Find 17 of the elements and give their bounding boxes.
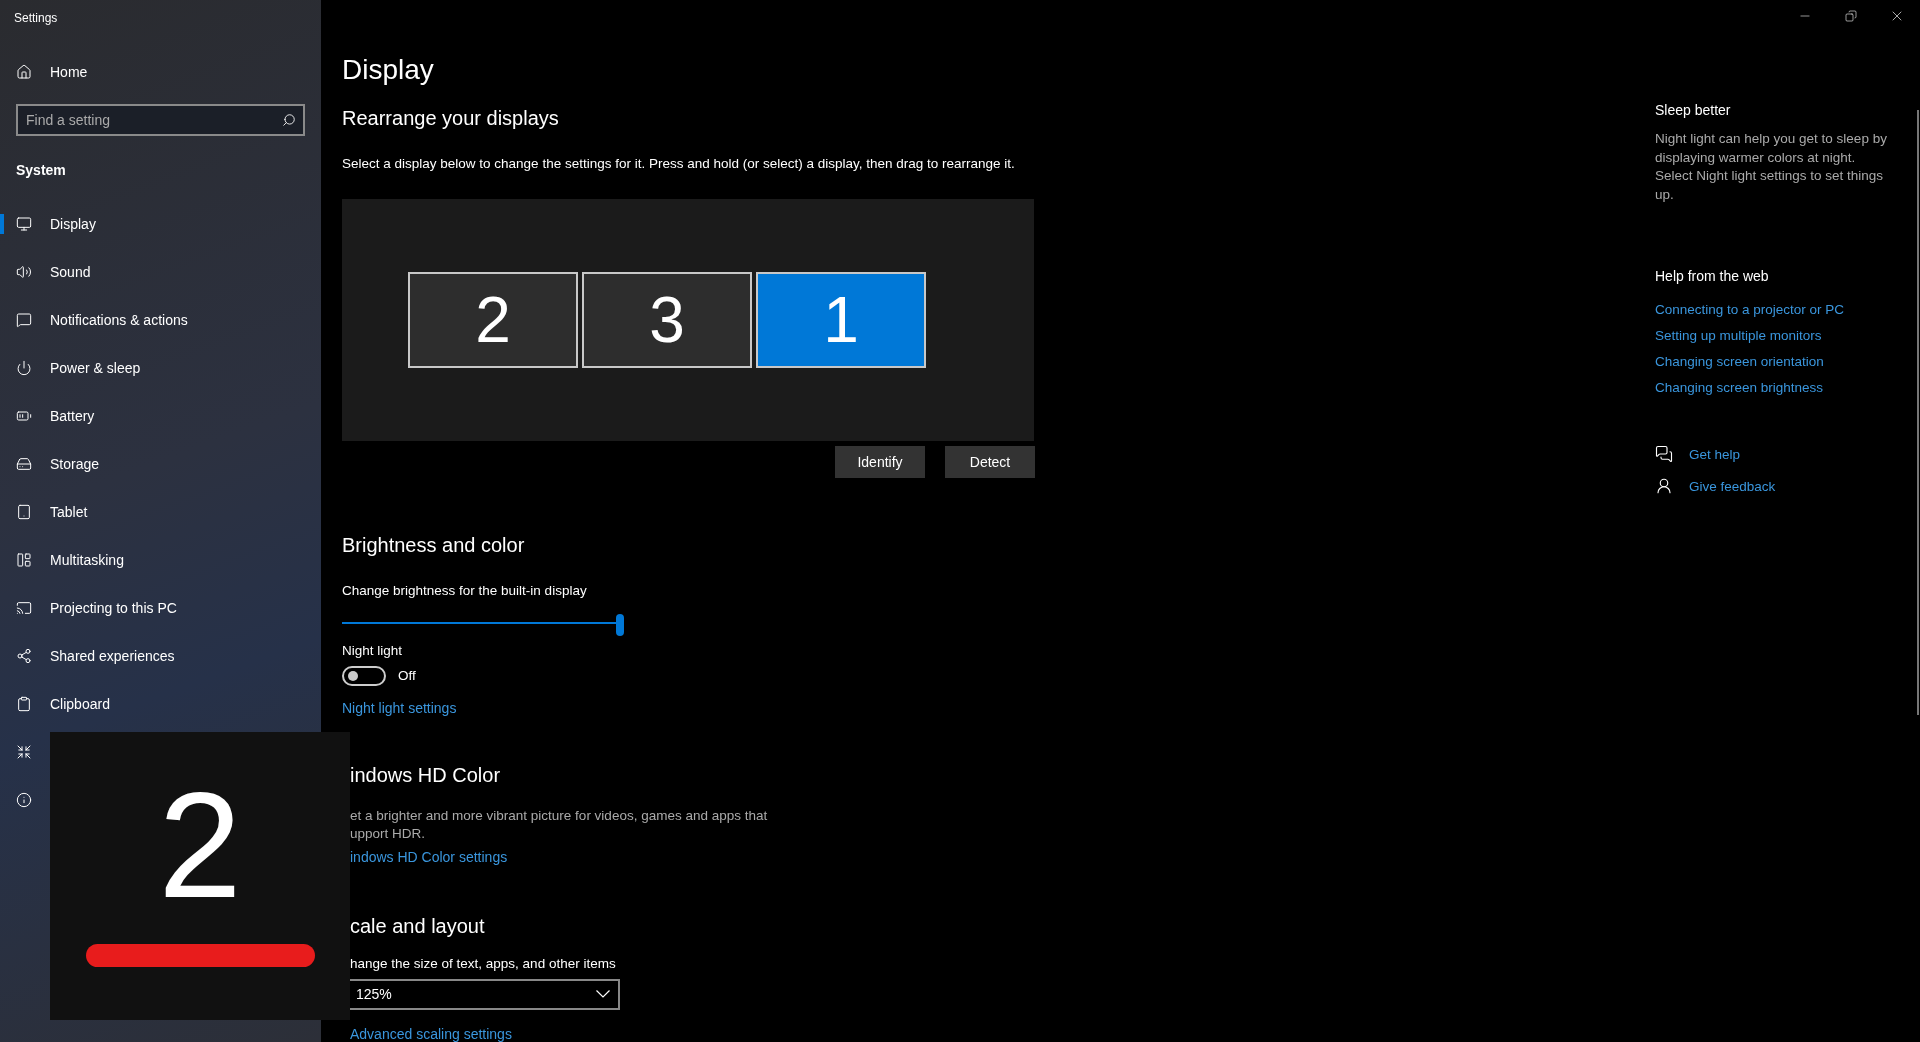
section-heading: cale and layout xyxy=(350,915,485,938)
section-heading: Rearrange your displays xyxy=(342,107,559,131)
page-title: Display xyxy=(342,54,434,87)
description-text: et a brighter and more vibrant picture for videos, games and apps that upport HDR. xyxy=(350,807,768,843)
setting-label: hange the size of text, apps, and other items xyxy=(350,956,616,971)
toggle-state-text: Off xyxy=(398,668,416,684)
section-heading: Brightness and color xyxy=(342,533,525,557)
setting-label: Night light xyxy=(342,643,403,658)
display-number: 2 xyxy=(158,770,242,920)
panel-heading: Sleep better xyxy=(1655,102,1731,118)
slider-label: Change brightness for the built-in display xyxy=(342,582,587,598)
panel-heading: Help from the web xyxy=(1655,268,1769,284)
window-title: Settings xyxy=(13,10,59,27)
section-heading: System xyxy=(15,161,67,180)
panel-text: Night light can help you get to sleep by displaying warmer colors at night. Select Night light settings to set things up. xyxy=(1655,130,1888,204)
section-heading: indows HD Color xyxy=(350,764,501,787)
description-text: Select a display below to change the settings for it. Press and hold (or select) a display, then drag to rearrange it. xyxy=(342,156,1015,172)
